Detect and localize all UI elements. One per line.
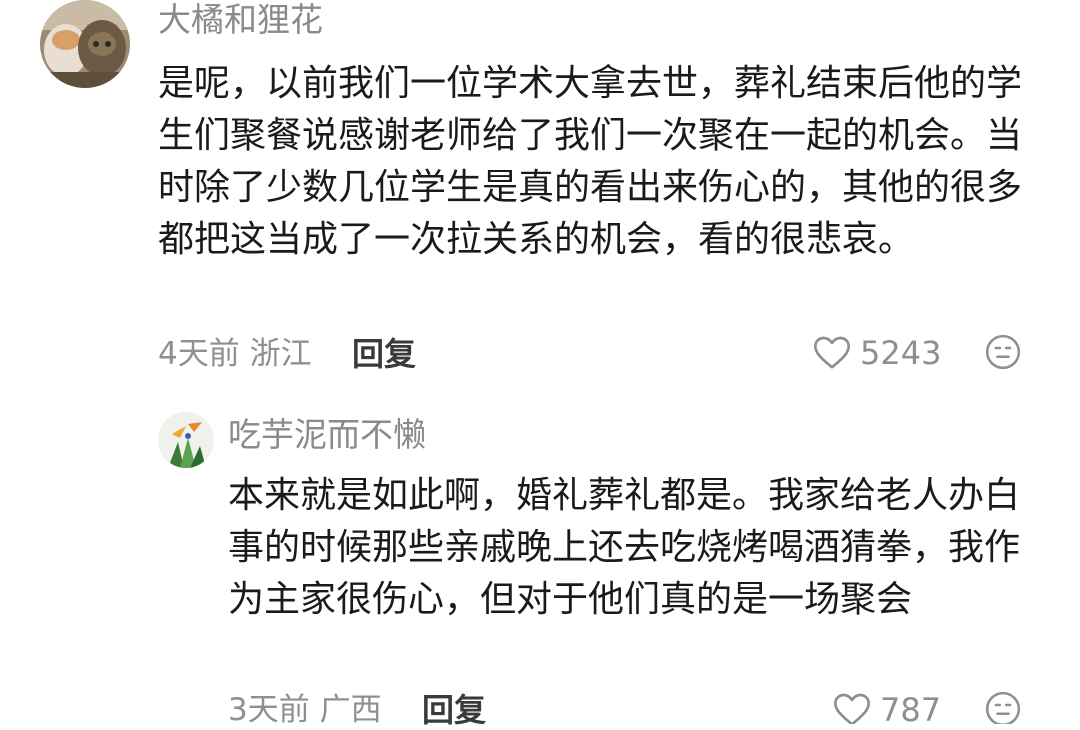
comment-text: 本来就是如此啊，婚礼葬礼都是。我家给老人办白事的时候那些亲戚晚上还去吃烧烤喝酒猜… (228, 475, 1021, 620)
heart-outline-icon[interactable] (812, 333, 852, 377)
like-count: 5243 (860, 334, 942, 372)
comment-meta: 4天前 浙江 (158, 336, 312, 372)
username[interactable]: 大橘和狸花 (158, 0, 323, 40)
neutral-face-icon[interactable] (984, 690, 1022, 728)
comment-text: 是呢，以前我们一位学术大拿去世，葬礼结束后他的学生们聚餐说感谢老师给了我们一次聚… (158, 63, 1023, 260)
username[interactable]: 吃芋泥而不懒 (228, 415, 426, 455)
heart-outline-icon[interactable] (832, 690, 872, 728)
reply-button[interactable]: 回复 (352, 334, 416, 374)
like-count: 787 (880, 691, 942, 729)
reply-button[interactable]: 回复 (422, 690, 486, 730)
plant-avatar-icon[interactable] (158, 412, 214, 468)
cat-avatar-icon[interactable] (40, 0, 130, 88)
comment-meta: 3天前 广西 (228, 692, 382, 728)
neutral-face-icon[interactable] (984, 333, 1022, 375)
